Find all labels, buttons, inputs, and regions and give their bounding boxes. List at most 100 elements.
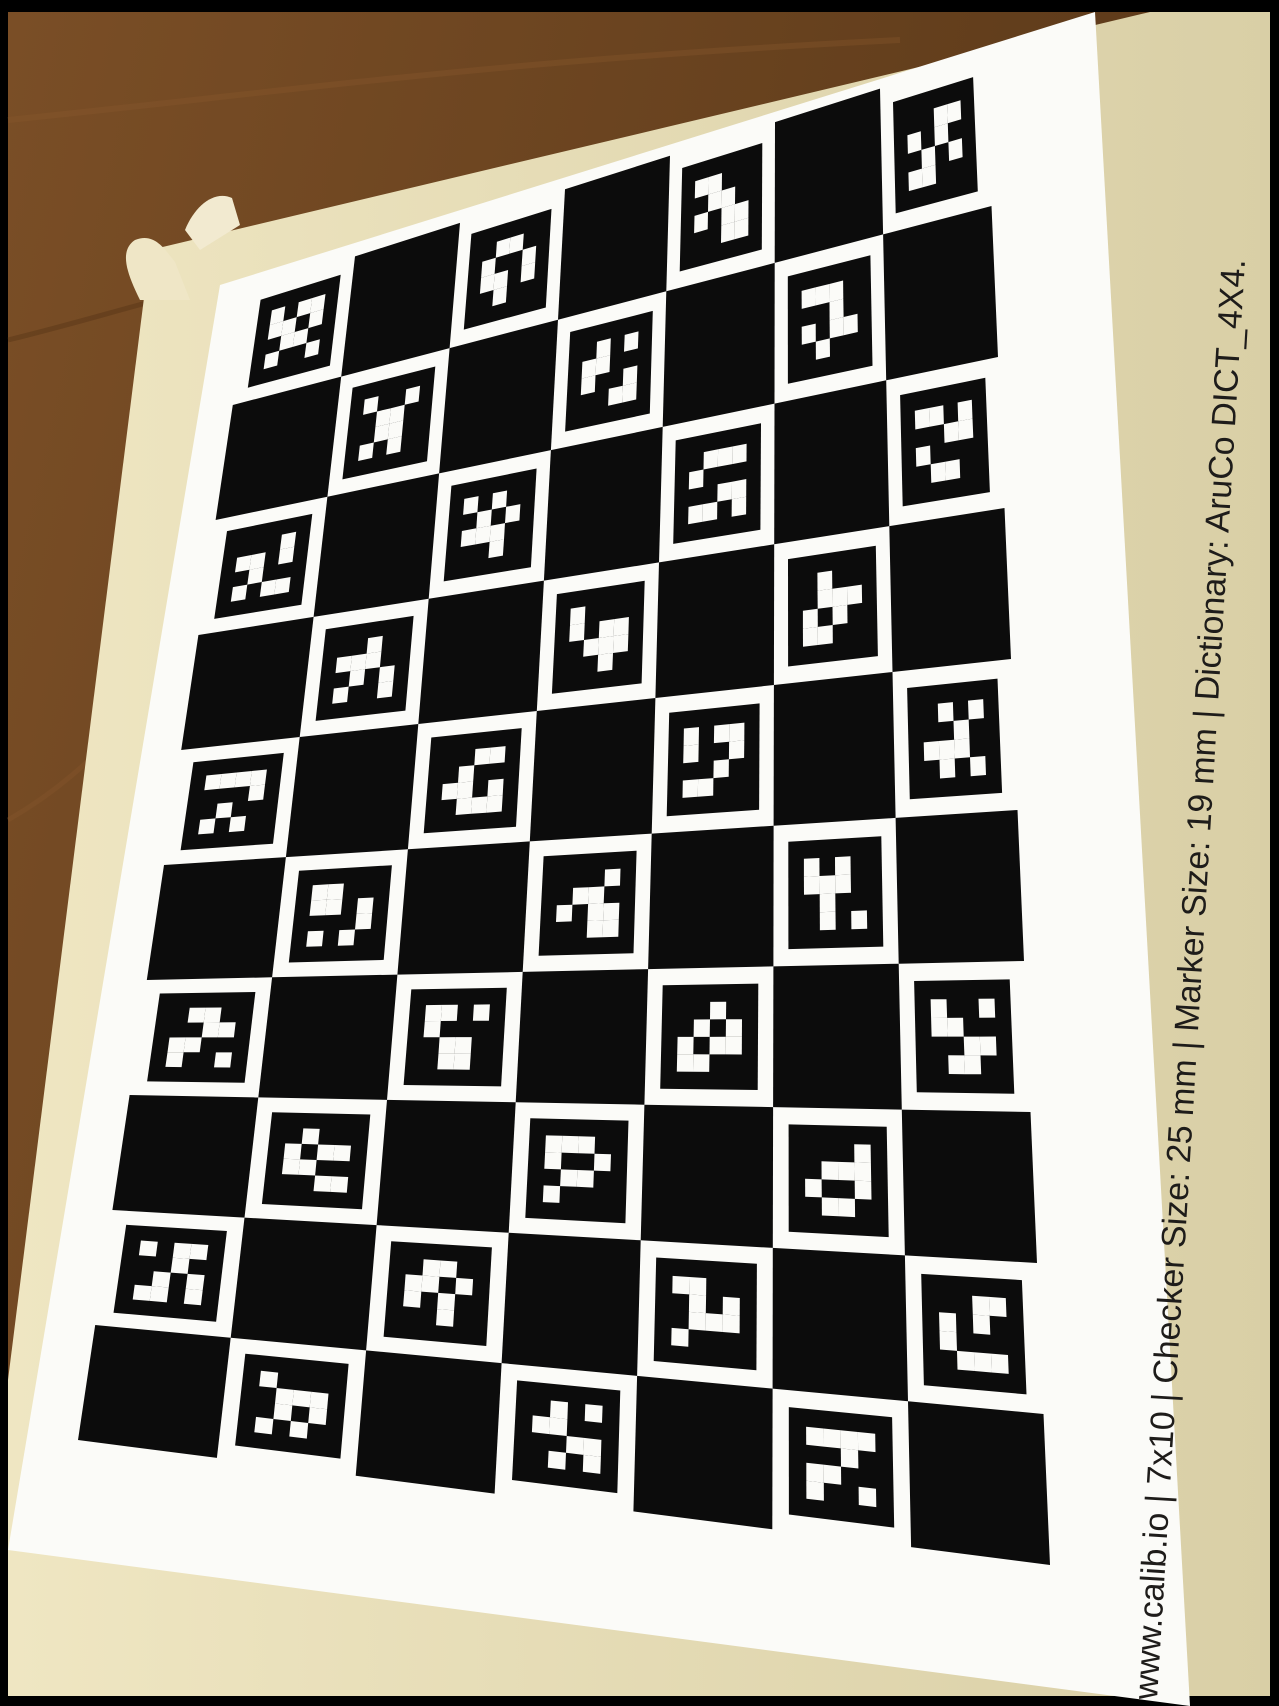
marker-bit [957, 1350, 975, 1371]
marker-bit [298, 1159, 317, 1176]
marker-bit [170, 1257, 190, 1274]
marker-bit [958, 418, 974, 441]
checker-square [773, 672, 896, 826]
marker-bit [802, 626, 818, 647]
marker-bit [586, 920, 604, 938]
marker-bit [172, 1242, 192, 1259]
checker-square [543, 426, 663, 581]
checker-square [230, 1217, 377, 1351]
marker-bit [693, 1019, 710, 1037]
marker-bit [309, 899, 327, 916]
marker-bit [550, 1400, 568, 1420]
marker-bit [840, 1430, 859, 1451]
marker-bit [717, 446, 733, 467]
marker-bit [703, 449, 719, 470]
marker-bit [613, 617, 629, 636]
marker-bit [249, 769, 267, 786]
marker-bit [963, 1036, 981, 1056]
marker-bit [489, 523, 505, 542]
marker-bit [151, 1271, 171, 1288]
marker-bit [939, 1312, 957, 1333]
marker-bit [907, 131, 922, 154]
marker-bit [854, 1144, 871, 1163]
marker-bit [217, 1022, 236, 1038]
marker-bit [835, 874, 851, 894]
marker-bit [613, 634, 629, 653]
marker-bit [731, 496, 747, 517]
checker-square [640, 1104, 774, 1248]
aruco-marker [673, 423, 761, 544]
marker-bit [953, 719, 970, 740]
marker-bit [274, 577, 291, 595]
marker-bit [308, 1407, 328, 1425]
marker-bit [316, 1144, 335, 1161]
checker-square [181, 616, 314, 750]
marker-bit [487, 778, 504, 797]
marker-bit [214, 1052, 232, 1068]
checker-square [501, 1232, 641, 1376]
marker-bit [185, 1273, 205, 1291]
marker-bit [278, 546, 295, 565]
marker-bit [273, 1403, 293, 1421]
marker-bit [937, 702, 954, 723]
marker-bit [713, 724, 730, 744]
marker-bit [337, 929, 355, 946]
marker-bit [132, 1284, 152, 1301]
marker-bit [819, 893, 836, 913]
marker-bit [138, 1240, 158, 1257]
marker-bit [219, 772, 237, 789]
marker-bit [801, 323, 816, 345]
aruco-marker [666, 703, 760, 817]
marker-bit [458, 765, 475, 783]
marker-bit [602, 919, 619, 938]
marker-bit [549, 1417, 568, 1436]
marker-bit [376, 680, 394, 699]
checker-square [418, 580, 544, 724]
marker-bit [978, 998, 996, 1018]
checker-square [895, 810, 1024, 964]
marker-bit [215, 802, 233, 819]
marker-bit [189, 1243, 209, 1261]
marker-bit [939, 1330, 957, 1351]
checker-square [146, 857, 286, 980]
marker-bit [829, 298, 844, 321]
marker-bit [234, 771, 252, 788]
marker-bit [972, 1314, 991, 1335]
marker-bit [688, 469, 704, 490]
marker-bit [332, 686, 349, 704]
marker-bit [803, 858, 820, 877]
marker-bit [326, 883, 344, 900]
marker-bit [729, 722, 745, 742]
marker-bit [972, 1295, 990, 1316]
marker-bit [542, 1185, 561, 1203]
marker-bit [576, 1170, 594, 1188]
marker-bit [486, 795, 503, 813]
marker-bit [463, 496, 479, 515]
marker-bit [149, 1286, 169, 1303]
marker-bit [725, 1019, 742, 1037]
marker-bit [489, 746, 506, 764]
marker-bit [350, 653, 367, 672]
marker-bit [313, 1175, 332, 1192]
marker-bit [693, 1054, 710, 1072]
marker-bit [858, 1486, 877, 1508]
marker-bit [806, 1480, 824, 1501]
checker-square [889, 508, 1011, 672]
marker-bit [717, 481, 732, 502]
marker-bit [622, 382, 637, 403]
marker-bit [598, 619, 615, 638]
marker-bit [404, 1274, 423, 1292]
marker-bit [725, 1036, 742, 1055]
marker-bit [722, 1296, 740, 1316]
marker-bit [732, 443, 747, 465]
marker-bit [722, 1314, 740, 1334]
aruco-marker [512, 1380, 621, 1494]
marker-bit [283, 1143, 302, 1160]
marker-bit [713, 759, 729, 779]
marker-bit [851, 910, 868, 930]
marker-bit [183, 1288, 203, 1306]
marker-bit [249, 552, 266, 570]
marker-bit [460, 528, 477, 547]
marker-bit [683, 727, 699, 746]
marker-bit [608, 385, 623, 406]
